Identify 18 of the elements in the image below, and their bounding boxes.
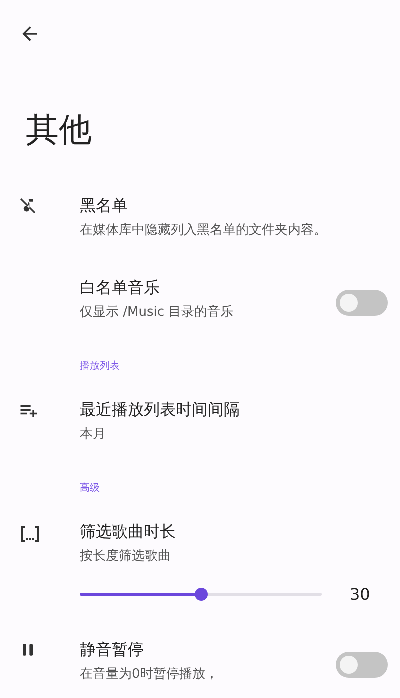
- page-title: 其他: [25, 109, 93, 151]
- toggle-switch[interactable]: [336, 652, 388, 678]
- setting-description: 本月: [80, 426, 107, 444]
- setting-description: 按长度筛选歌曲: [80, 548, 172, 566]
- setting-title[interactable]: 最近播放列表时间间隔: [80, 398, 388, 422]
- music-off-icon: [18, 196, 38, 216]
- toggle-switch[interactable]: [336, 290, 388, 316]
- setting-title[interactable]: 黑名单: [80, 194, 388, 218]
- slider-value: 30: [350, 584, 370, 604]
- setting-description: 仅显示 /Music 目录的音乐: [80, 304, 235, 322]
- setting-description: 在音量为0时暂停播放，: [80, 666, 220, 684]
- duration-slider[interactable]: [80, 588, 322, 600]
- section-header: 播放列表: [79, 360, 121, 374]
- setting-title[interactable]: 静音暂停: [80, 638, 336, 662]
- setting-description: 在媒体库中隐藏列入黑名单的文件夹内容。: [80, 222, 328, 240]
- section-header: 高级: [79, 482, 101, 496]
- setting-title[interactable]: 筛选歌曲时长: [80, 520, 388, 544]
- setting-title[interactable]: 白名单音乐: [80, 276, 336, 300]
